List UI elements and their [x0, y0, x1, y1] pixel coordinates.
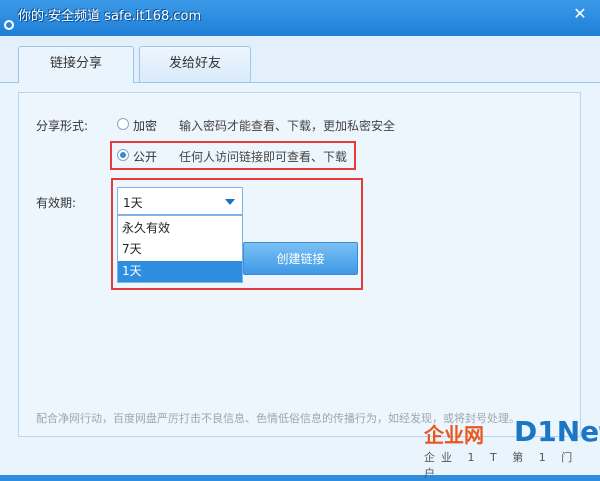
close-button[interactable]: ✕	[570, 4, 590, 24]
option-public-desc: 任何人访问链接即可查看、下载	[179, 150, 348, 164]
option-encrypted-label: 加密	[133, 119, 158, 133]
validity-selected-value: 1天	[123, 196, 143, 210]
watermark-cn: 企业网	[424, 423, 484, 447]
radio-public[interactable]	[117, 149, 129, 161]
watermark-en: D1Net	[514, 415, 600, 448]
window-title: 你的·安全频道 safe.it168.com	[18, 9, 202, 24]
validity-label: 有效期:	[36, 196, 77, 210]
option-public-label: 公开	[133, 150, 158, 164]
create-link-button[interactable]: 创建链接	[243, 242, 358, 275]
validity-select[interactable]: 1天	[117, 187, 243, 215]
tab-link-share[interactable]: 链接分享	[18, 46, 134, 83]
title-bar[interactable]: 你的·安全频道 safe.it168.com ✕	[0, 0, 600, 36]
watermark-sub: 企业 1 T 第 1 门户	[424, 451, 579, 480]
dropdown-option-1day[interactable]: 1天	[118, 261, 242, 282]
share-dialog: 你的·安全频道 safe.it168.com ✕ 链接分享 发给好友 分享形式:…	[0, 0, 600, 480]
tab-send-friend[interactable]: 发给好友	[139, 46, 251, 82]
tab-bar: 链接分享 发给好友	[0, 36, 600, 83]
dropdown-option-7days[interactable]: 7天	[118, 239, 242, 260]
chevron-down-icon	[225, 199, 235, 205]
radio-encrypted[interactable]	[117, 118, 129, 130]
share-form-label: 分享形式:	[36, 119, 89, 133]
validity-dropdown: 永久有效 7天 1天	[117, 215, 243, 283]
app-icon	[4, 20, 14, 30]
watermark-logo: 企业网 D1Net 企业 1 T 第 1 门户	[424, 415, 600, 480]
dropdown-option-forever[interactable]: 永久有效	[118, 218, 242, 239]
close-icon: ✕	[573, 4, 587, 23]
option-encrypted-desc: 输入密码才能查看、下载，更加私密安全	[179, 119, 396, 133]
